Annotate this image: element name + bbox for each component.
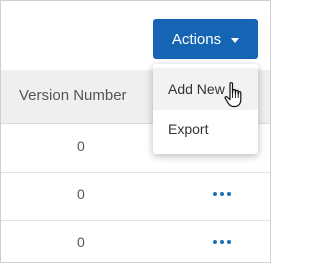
- more-horizontal-icon: [213, 240, 231, 244]
- table-panel: Version Number 0 0 0 Actions Add New Exp…: [0, 0, 271, 263]
- version-number-cell: 0: [77, 234, 85, 250]
- table-row: 0: [1, 220, 270, 262]
- actions-button-label: Actions: [171, 30, 222, 48]
- version-number-cell: 0: [77, 138, 85, 154]
- row-more-actions-button[interactable]: [207, 230, 237, 254]
- actions-menu: Add New Export: [153, 64, 258, 154]
- row-more-actions-button[interactable]: [207, 182, 237, 206]
- hand-pointer-icon: [224, 82, 242, 108]
- menu-item-export[interactable]: Export: [153, 108, 258, 150]
- column-header-version-number: Version Number: [19, 87, 127, 104]
- actions-dropdown-button[interactable]: Actions: [153, 19, 258, 59]
- menu-item-label: Export: [168, 121, 209, 137]
- table-row: 0: [1, 172, 270, 221]
- version-number-cell: 0: [77, 186, 85, 202]
- caret-down-icon: [231, 37, 240, 43]
- menu-item-label: Add New: [168, 81, 225, 97]
- more-horizontal-icon: [213, 192, 231, 196]
